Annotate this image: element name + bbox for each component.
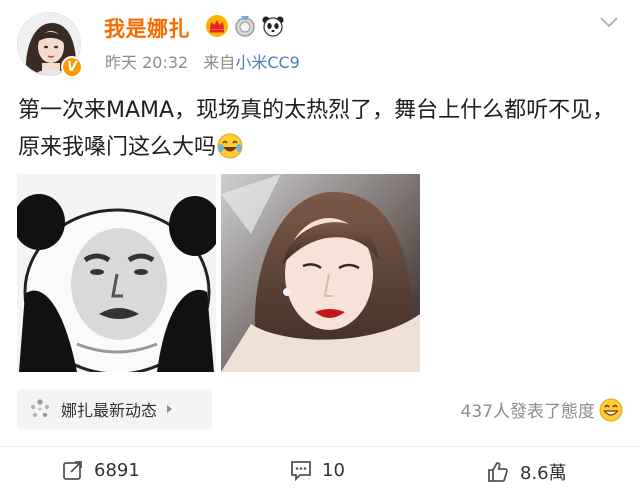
post-meta: 昨天 20:32 来自小米CC9 xyxy=(105,49,300,73)
repost-count: 6891 xyxy=(94,459,140,481)
post-text-content: 第一次来MAMA，现场真的太热烈了，舞台上什么都听不见，原来我嗓门这么大吗 xyxy=(18,98,615,160)
grin-emoji-icon xyxy=(599,398,623,421)
like-button[interactable]: 8.6萬 xyxy=(486,459,567,485)
laughing-crying-emoji-icon xyxy=(217,133,243,159)
post-text: 第一次来MAMA，现场真的太热烈了，舞台上什么都听不见，原来我嗓门这么大吗 xyxy=(18,92,628,166)
reactions-text: 437人發表了態度 xyxy=(460,402,595,422)
username[interactable]: 我是娜扎 xyxy=(104,13,190,43)
repost-button[interactable]: 6891 xyxy=(62,459,140,481)
panda-badge-icon xyxy=(262,16,284,37)
thumbs-up-icon xyxy=(488,462,508,482)
like-count: 8.6萬 xyxy=(520,463,567,484)
medal-badge-icon xyxy=(235,16,255,37)
crown-badge-icon xyxy=(206,15,228,37)
topic-label: 娜扎最新动态 xyxy=(61,401,158,420)
actions-divider xyxy=(0,446,640,447)
post-time: 昨天 20:32 xyxy=(105,53,189,72)
comment-button[interactable]: 10 xyxy=(290,459,345,481)
user-badges xyxy=(205,14,285,38)
source-link[interactable]: 小米CC9 xyxy=(235,53,300,72)
source-prefix: 来自 xyxy=(203,53,236,72)
topic-chip[interactable]: 娜扎最新动态 xyxy=(17,389,212,429)
comment-icon xyxy=(291,461,311,481)
reactions-summary[interactable]: 437人發表了態度 xyxy=(461,397,623,422)
chevron-right-icon xyxy=(167,405,173,413)
verified-v-icon: V xyxy=(61,56,83,78)
post-image-panda-meme[interactable] xyxy=(17,174,216,372)
repost-icon xyxy=(63,461,82,480)
comment-count: 10 xyxy=(322,459,345,481)
chevron-down-icon[interactable] xyxy=(598,14,620,30)
avatar-wrapper[interactable]: V xyxy=(17,12,83,78)
post-image-selfie[interactable] xyxy=(221,174,420,372)
topic-dots-icon xyxy=(30,399,50,418)
